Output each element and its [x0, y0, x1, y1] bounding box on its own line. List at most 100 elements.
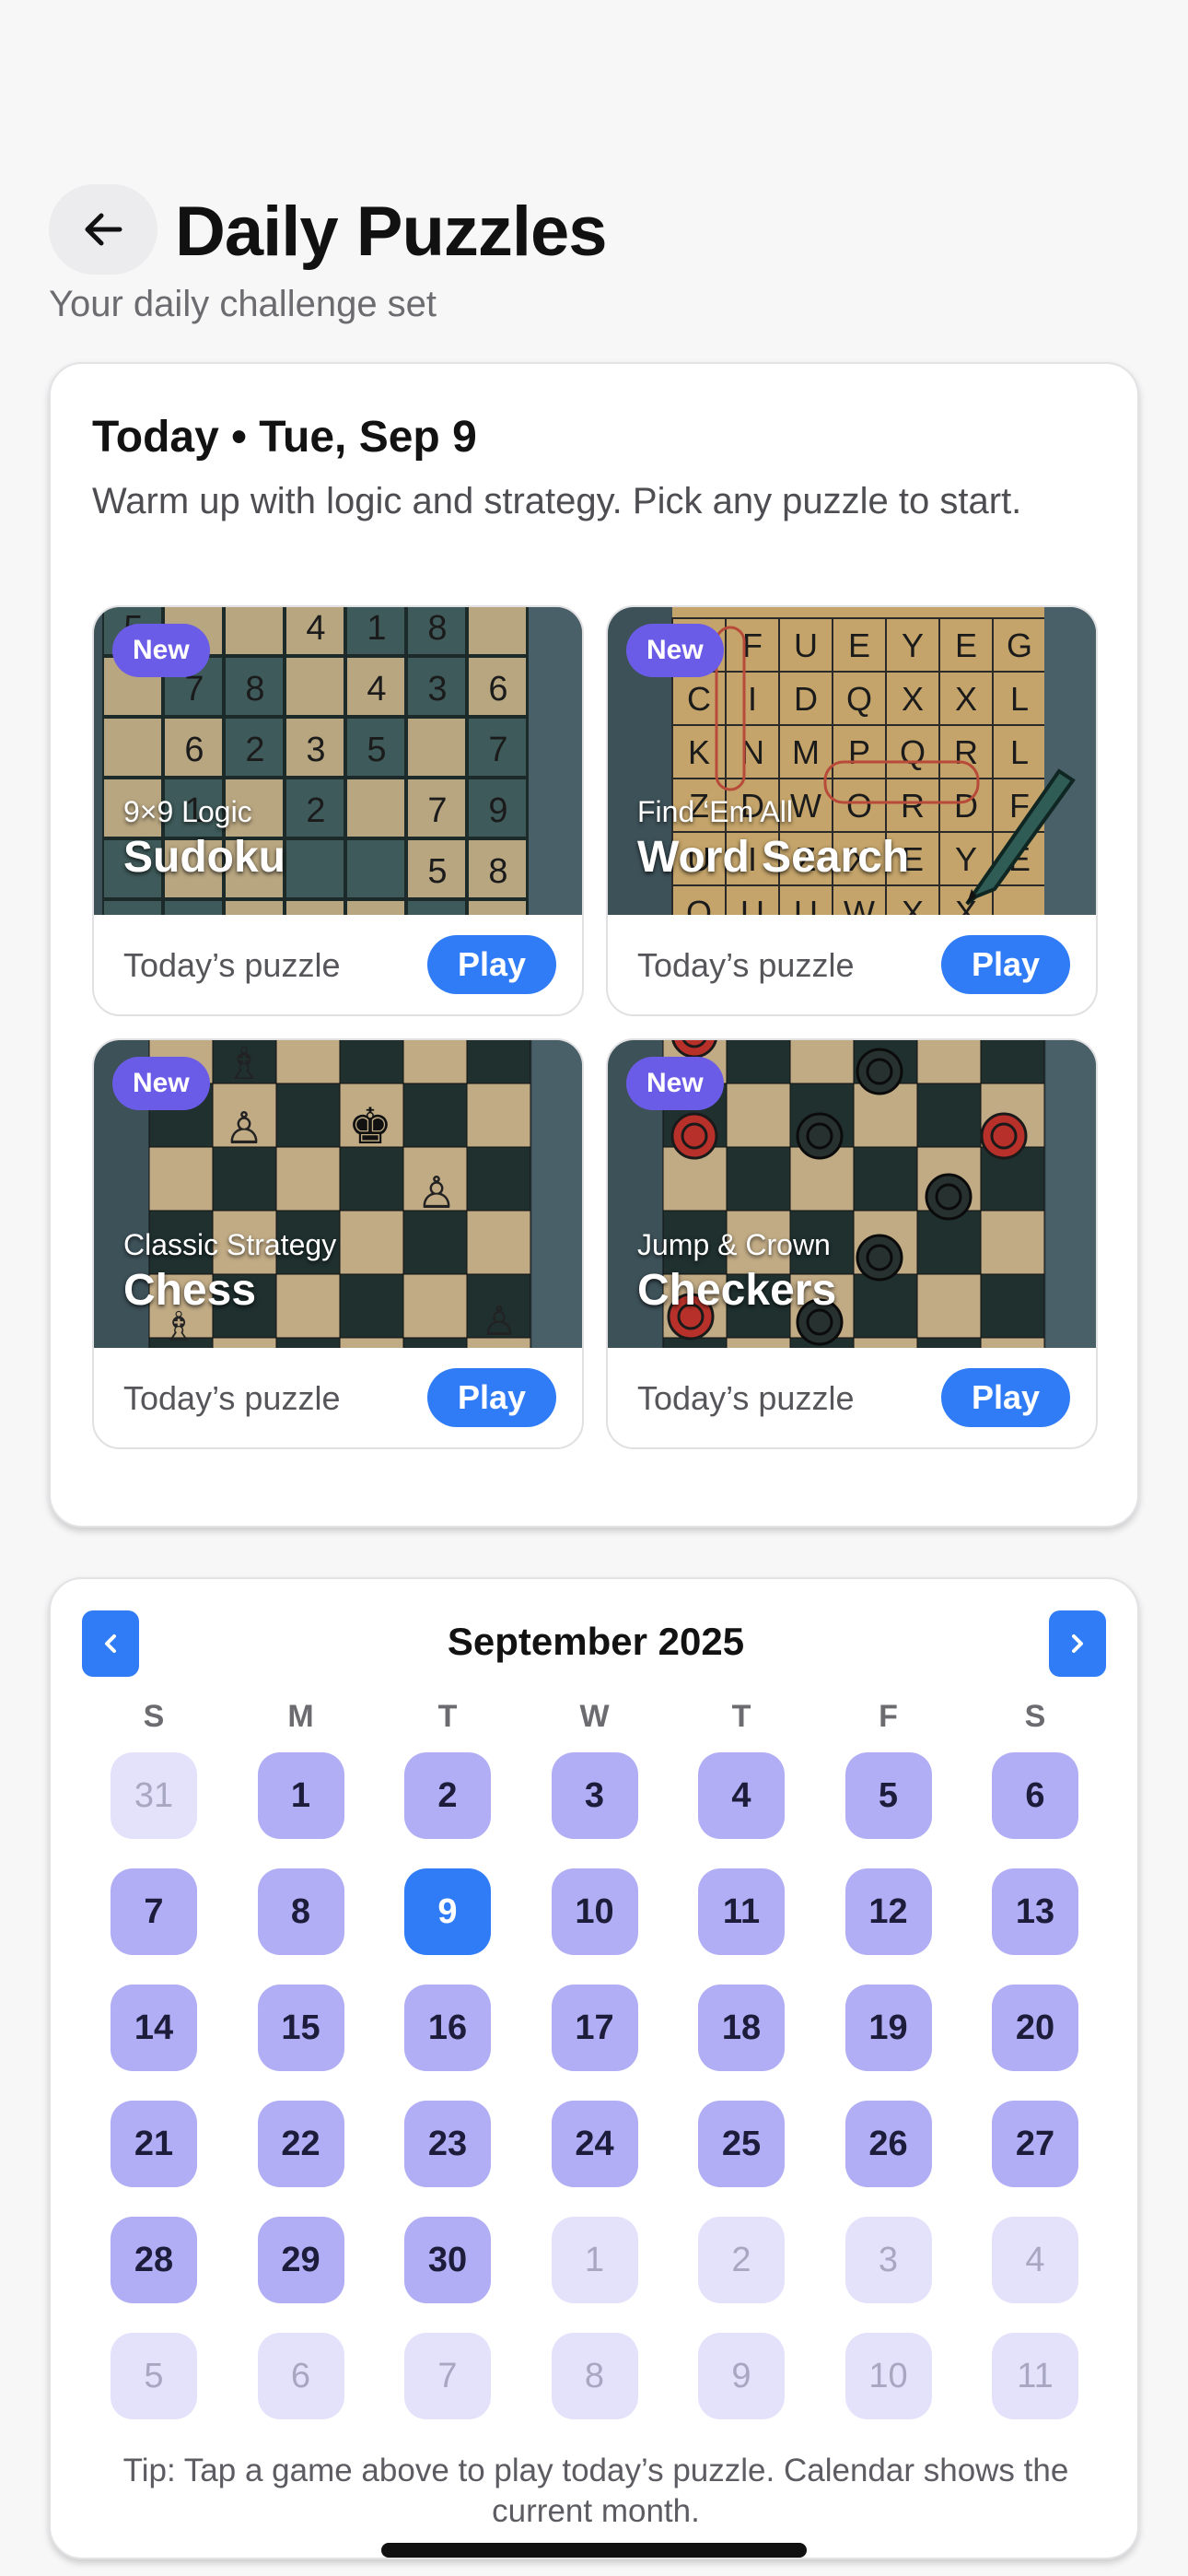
- calendar-day[interactable]: 30: [404, 2217, 491, 2303]
- calendar-day[interactable]: 15: [257, 1985, 344, 2071]
- svg-text:♙: ♙: [481, 1299, 517, 1344]
- svg-text:L: L: [1010, 680, 1029, 718]
- weekday-label: W: [579, 1699, 610, 1734]
- calendar-day[interactable]: 21: [111, 2101, 197, 2187]
- svg-text:9: 9: [488, 791, 507, 830]
- footer-label: Today’s puzzle: [123, 1379, 341, 1417]
- calendar-day[interactable]: 13: [992, 1868, 1078, 1955]
- calendar-day[interactable]: 2: [404, 1752, 491, 1839]
- footer-label: Today’s puzzle: [637, 1379, 855, 1417]
- calendar-day[interactable]: 6: [992, 1752, 1078, 1839]
- game-name: Chess: [123, 1266, 257, 1315]
- calendar-day: 6: [257, 2333, 344, 2419]
- play-button-word-search[interactable]: Play: [941, 935, 1070, 994]
- calendar-day[interactable]: 4: [698, 1752, 785, 1839]
- svg-text:I: I: [748, 680, 757, 718]
- svg-text:X: X: [955, 680, 977, 718]
- svg-text:5: 5: [367, 731, 386, 769]
- calendar-day[interactable]: 10: [551, 1868, 638, 1955]
- svg-text:E: E: [848, 626, 870, 664]
- game-card-sudoku[interactable]: 541878436623571279585674 New 9×9 Logic S…: [92, 605, 584, 1016]
- calendar-day[interactable]: 1: [257, 1752, 344, 1839]
- arrow-left-icon: [85, 213, 122, 246]
- svg-text:♚: ♚: [348, 1099, 392, 1154]
- svg-text:Y: Y: [955, 840, 977, 878]
- calendar-day: 31: [111, 1752, 197, 1839]
- svg-text:L: L: [1010, 733, 1029, 771]
- play-button-sudoku[interactable]: Play: [427, 935, 556, 994]
- calendar-day[interactable]: 25: [698, 2101, 785, 2187]
- new-badge: New: [112, 624, 210, 677]
- calendar-day: 11: [992, 2333, 1078, 2419]
- svg-text:3: 3: [306, 731, 325, 769]
- calendar-day: 2: [698, 2217, 785, 2303]
- play-button-checkers[interactable]: Play: [941, 1368, 1070, 1427]
- calendar-day: 9: [698, 2333, 785, 2419]
- svg-text:2: 2: [245, 731, 264, 769]
- calendar-month-label: September 2025: [447, 1620, 745, 1663]
- svg-text:D: D: [794, 680, 818, 718]
- game-footer: Today’s puzzle Play: [94, 915, 582, 1014]
- calendar-day[interactable]: 20: [992, 1985, 1078, 2071]
- game-name: Word Search: [637, 833, 910, 882]
- next-month-button[interactable]: [1049, 1610, 1106, 1677]
- svg-text:D: D: [954, 787, 978, 825]
- weekday-label: T: [731, 1699, 751, 1734]
- calendar-day[interactable]: 22: [257, 2101, 344, 2187]
- calendar-day[interactable]: 14: [111, 1985, 197, 2071]
- game-card-word-search[interactable]: DFUEYEGCIDQXXLKNMPQRLZDWORDFUIZXEYEQUUWX…: [606, 605, 1098, 1016]
- svg-text:W: W: [844, 894, 875, 915]
- weekday-label: M: [287, 1699, 314, 1734]
- game-card-chess[interactable]: ♗ ♙ ♚ ♙ ♙ ♗ New Classic Strategy Chess T…: [92, 1038, 584, 1449]
- game-subtitle: 9×9 Logic: [123, 795, 252, 828]
- calendar-day[interactable]: 28: [111, 2217, 197, 2303]
- calendar-day[interactable]: 12: [844, 1868, 932, 1955]
- calendar-day[interactable]: 18: [698, 1985, 785, 2071]
- svg-text:U: U: [740, 894, 764, 915]
- back-button[interactable]: [49, 184, 157, 275]
- calendar-day: 1: [551, 2217, 638, 2303]
- calendar-day-today[interactable]: 9: [404, 1868, 491, 1955]
- svg-text:4: 4: [367, 670, 386, 708]
- svg-text:E: E: [955, 626, 977, 664]
- svg-text:X: X: [902, 680, 924, 718]
- game-footer: Today’s puzzle Play: [608, 915, 1096, 1014]
- calendar-tip: Tip: Tap a game above to play today’s pu…: [122, 2453, 1069, 2529]
- game-subtitle: Classic Strategy: [123, 1228, 337, 1261]
- svg-text:G: G: [1007, 626, 1032, 664]
- play-button-chess[interactable]: Play: [427, 1368, 556, 1427]
- svg-text:7: 7: [488, 731, 507, 769]
- today-card: Today • Tue, Sep 9 Warm up with logic an…: [49, 362, 1139, 1528]
- svg-text:4: 4: [306, 609, 325, 648]
- svg-text:R: R: [901, 787, 925, 825]
- calendar-day[interactable]: 3: [551, 1752, 638, 1839]
- calendar-day[interactable]: 7: [111, 1868, 197, 1955]
- footer-label: Today’s puzzle: [637, 946, 855, 984]
- game-card-checkers[interactable]: New Jump & Crown Checkers Today’s puzzle…: [606, 1038, 1098, 1449]
- svg-text:3: 3: [427, 670, 447, 708]
- weekday-label: F: [879, 1699, 898, 1734]
- weekday-label: T: [437, 1699, 458, 1734]
- calendar-day[interactable]: 23: [404, 2101, 491, 2187]
- calendar-day[interactable]: 26: [844, 2101, 932, 2187]
- footer-label: Today’s puzzle: [123, 946, 341, 984]
- calendar-day: 4: [992, 2217, 1078, 2303]
- svg-text:6: 6: [488, 670, 507, 708]
- calendar-day: 10: [844, 2333, 932, 2419]
- calendar-day[interactable]: 29: [257, 2217, 344, 2303]
- today-description: Warm up with logic and strategy. Pick an…: [92, 481, 1022, 521]
- calendar-day: 5: [111, 2333, 197, 2419]
- svg-text:C: C: [687, 680, 711, 718]
- game-subtitle: Jump & Crown: [637, 1228, 831, 1261]
- calendar-day[interactable]: 11: [698, 1868, 785, 1955]
- calendar-day[interactable]: 8: [257, 1868, 344, 1955]
- calendar-day[interactable]: 16: [404, 1985, 491, 2071]
- game-name: Sudoku: [123, 833, 285, 882]
- calendar-day: 3: [844, 2217, 932, 2303]
- calendar-day[interactable]: 24: [551, 2101, 638, 2187]
- calendar-day[interactable]: 5: [844, 1752, 932, 1839]
- game-name: Checkers: [637, 1266, 837, 1315]
- calendar-day[interactable]: 27: [992, 2101, 1078, 2187]
- calendar-day[interactable]: 17: [551, 1985, 638, 2071]
- calendar-day[interactable]: 19: [844, 1985, 932, 2071]
